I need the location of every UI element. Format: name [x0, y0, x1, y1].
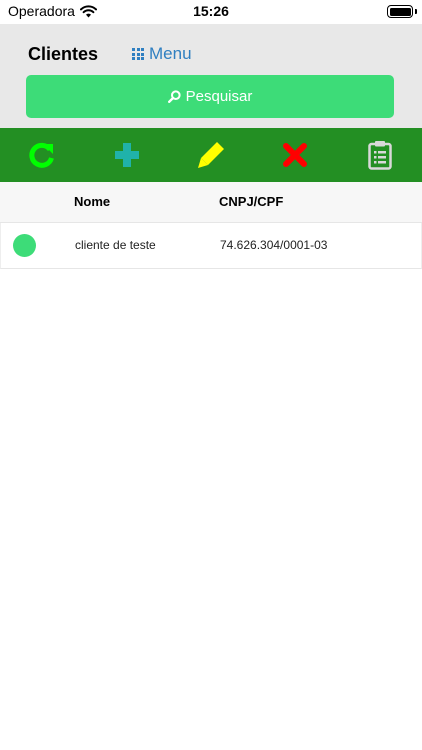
add-icon	[114, 143, 139, 167]
battery-tip	[415, 9, 417, 14]
delete-button[interactable]	[275, 135, 315, 175]
search-icon	[167, 90, 181, 103]
battery-icon	[387, 5, 413, 18]
status-bar: Operadora 15:26	[0, 0, 422, 24]
add-button[interactable]	[107, 135, 147, 175]
refresh-icon	[29, 142, 55, 168]
column-header-cnpj-cpf: CNPJ/CPF	[219, 194, 284, 209]
table-row[interactable]: cliente de teste 74.626.304/0001-03	[0, 223, 422, 269]
table-header: Nome CNPJ/CPF	[0, 182, 422, 223]
delete-icon	[283, 143, 308, 167]
cell-name: cliente de teste	[75, 238, 156, 252]
clients-table: Nome CNPJ/CPF cliente de teste 74.626.30…	[0, 182, 422, 269]
edit-button[interactable]	[191, 135, 231, 175]
page-title: Clientes	[28, 44, 99, 64]
clipboard-icon	[368, 141, 392, 170]
edit-icon	[197, 142, 224, 168]
toolbar	[0, 128, 422, 182]
clipboard-button[interactable]	[360, 135, 400, 175]
header: Clientes Menu Pesquisar	[0, 24, 422, 128]
cell-cnpj-cpf: 74.626.304/0001-03	[220, 238, 328, 252]
menu-label: Menu	[149, 44, 192, 63]
clock: 15:26	[193, 3, 229, 19]
status-dot-icon	[13, 234, 36, 257]
column-header-name: Nome	[74, 194, 111, 209]
search-label: Pesquisar	[185, 88, 253, 105]
search-button[interactable]: Pesquisar	[26, 75, 394, 118]
menu-button[interactable]: Menu	[132, 44, 192, 64]
refresh-button[interactable]	[22, 135, 62, 175]
grid-icon	[132, 48, 144, 60]
